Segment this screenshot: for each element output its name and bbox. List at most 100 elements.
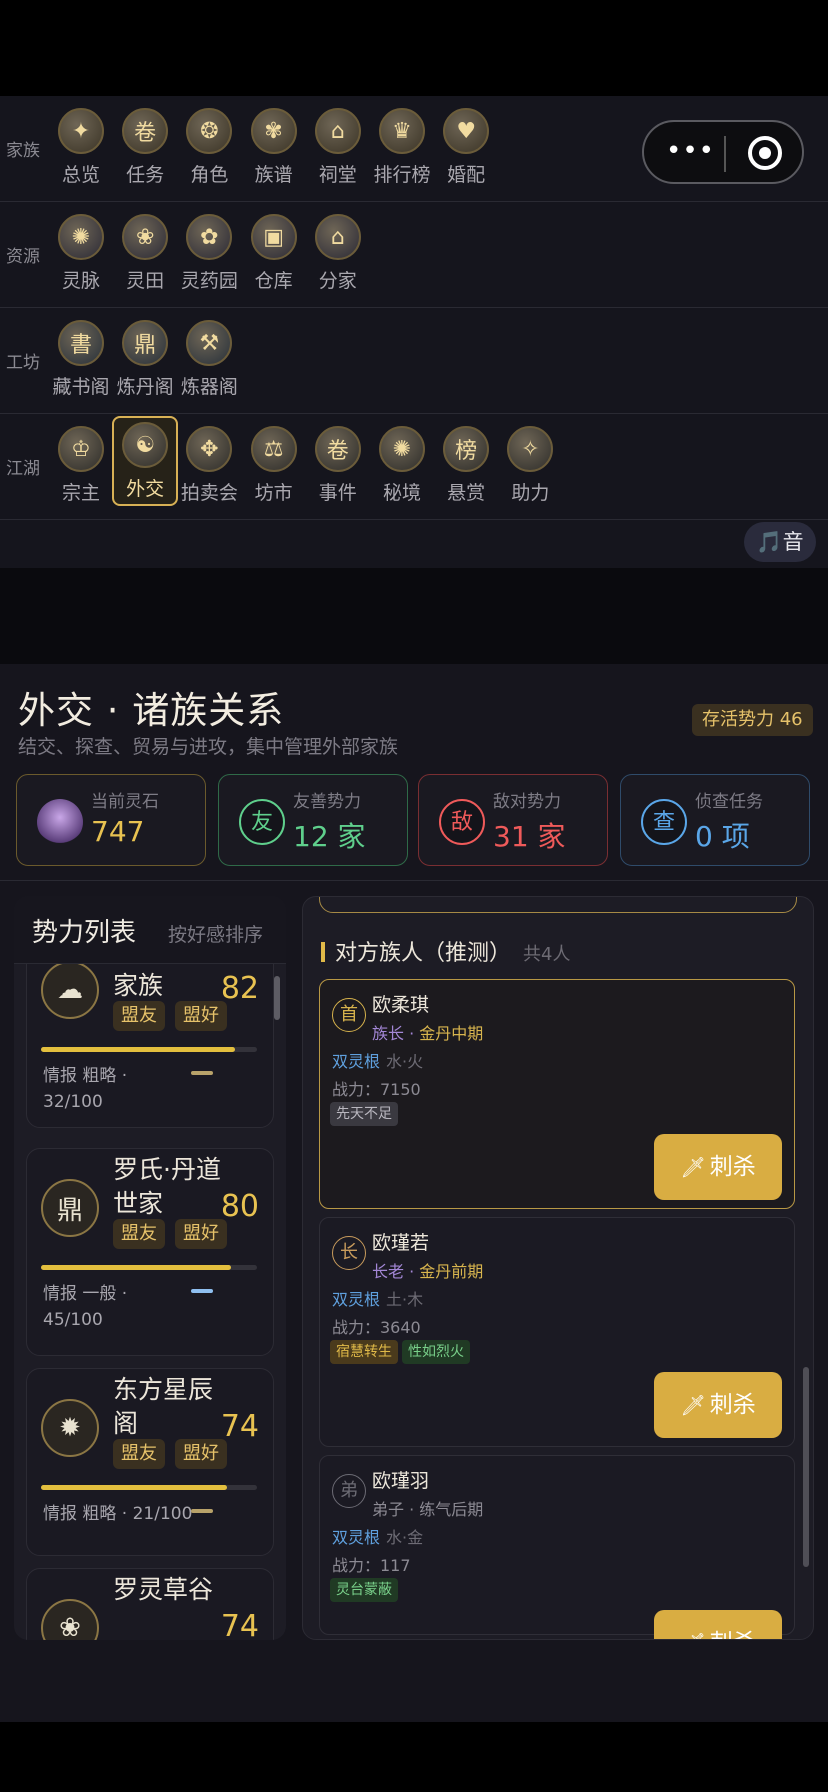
menu-item-label: 分家 <box>318 270 357 292</box>
member-realm: 金丹中期 <box>419 1024 484 1043</box>
intel-indicator <box>191 1289 213 1293</box>
scrollbar[interactable] <box>274 976 280 1020</box>
menu-glyph-icon: ✺ <box>71 224 91 250</box>
member-rank-title: 族长 <box>372 1024 405 1043</box>
stat-label: 友善势力 <box>293 792 361 812</box>
music-toggle-button[interactable]: 🎵音 <box>744 522 816 562</box>
faction-card[interactable]: ✹ 东方星辰阁 74 盟友 盟好 情报 粗略 · 21/100 <box>26 1368 274 1556</box>
assassinate-button[interactable]: 🗡刺杀 <box>654 1134 782 1200</box>
menu-item-0-1[interactable]: 卷任务 <box>112 104 178 194</box>
menu-item-icon: ❀ <box>122 214 169 260</box>
menu-item-icon: ✿ <box>186 214 233 260</box>
menu-item-label: 排行榜 <box>373 164 431 186</box>
menu-item-3-2[interactable]: ✥ 拍卖会 <box>176 422 242 512</box>
favor-bar-fill <box>41 1485 227 1490</box>
page-subtitle: 结交、探查、贸易与进攻，集中管理外部家族 <box>18 736 399 758</box>
spirit-root: 双灵根 水·火 <box>332 1048 423 1072</box>
menu-glyph-icon: ✿ <box>200 224 219 250</box>
menu-item-0-3[interactable]: ✾ 族谱 <box>241 104 307 194</box>
clan-member-card: 长欧瑾若 长老 · 金丹前期 双灵根 土·木 战力：3640 宿慧转生 性如烈火 🗡 刺杀 <box>319 1217 795 1447</box>
relation-tag: 盟好 <box>175 1439 227 1469</box>
menu-item-icon: ⚖ <box>250 426 297 472</box>
menu-item-3-7[interactable]: ✧ 助力 <box>497 422 563 512</box>
favor-score: 74 <box>220 1409 259 1444</box>
relation-tag: 盟友 <box>113 1439 165 1469</box>
clan-member-card: 弟欧瑾羽弟子 · 练气后期双灵根水·金战力：117 灵台蒙蔽 🗡 刺杀 <box>319 1455 795 1639</box>
menu-glyph-icon: ✾ <box>264 118 283 144</box>
faction-card[interactable]: 鼎罗氏·丹道世家 80 盟友 盟好 情报 一般 · 45/100 <box>26 1148 274 1356</box>
spirit-root-type: 双灵根 <box>332 1290 381 1309</box>
menu-item-3-4[interactable]: 卷事件 <box>305 422 371 512</box>
member-realm: 金丹前期 <box>419 1262 484 1281</box>
stat-card-2: 敌敌对势力 31 家 <box>418 774 608 866</box>
favor-bar <box>41 1265 257 1270</box>
menu-item-1-4[interactable]: ⌂ 分家 <box>305 210 371 300</box>
menu-item-icon: 鼎 <box>122 320 169 366</box>
menu-item-2-2[interactable]: ⚒ 炼器阁 <box>176 316 242 406</box>
sort-toggle[interactable]: 按好感排序 <box>168 920 263 947</box>
menu-item-3-0[interactable]: ♔ 宗主 <box>48 422 114 512</box>
menu-item-icon: 榜 <box>443 426 490 472</box>
scrollbar[interactable] <box>803 1367 809 1567</box>
intel-text: 情报 粗略 · 21/100 <box>43 1504 193 1524</box>
close-target-icon[interactable] <box>748 136 782 170</box>
menu-item-1-0[interactable]: ✺ 灵脉 <box>48 210 114 300</box>
menu-item-label: 任务 <box>126 164 165 186</box>
menu-item-2-1[interactable]: 鼎炼丹阁 <box>112 316 178 406</box>
member-realm: 练气后期 <box>419 1500 484 1519</box>
menu-item-0-6[interactable]: ♥ 婚配 <box>433 104 499 194</box>
spirit-root-elements: 水·金 <box>386 1528 424 1547</box>
menu-item-label: 婚配 <box>447 164 486 186</box>
status-area <box>0 0 828 96</box>
menu-item-1-2[interactable]: ✿ 灵药园 <box>176 210 242 300</box>
menu-item-icon: ♔ <box>58 426 104 472</box>
trait-tag: 灵台蒙蔽 <box>330 1578 398 1602</box>
menu-item-label: 祠堂 <box>318 164 357 186</box>
menu-item-0-0[interactable]: ✦ 总览 <box>48 104 114 194</box>
menu-item-0-5[interactable]: ♛ 排行榜 <box>369 104 435 194</box>
stat-label: 敌对势力 <box>493 792 561 812</box>
faction-avatar: ☁ <box>41 961 99 1019</box>
member-rank: 弟子 · 练气后期 <box>372 1500 484 1519</box>
faction-list-header: 势力列表 按好感排序 <box>14 896 286 964</box>
spirit-root: 双灵根 土·木 <box>332 1286 423 1310</box>
menu-glyph-icon: ✺ <box>392 436 412 462</box>
menu-item-2-0[interactable]: 書藏书阁 <box>48 316 114 406</box>
stat-icon: 敌 <box>439 799 485 845</box>
favor-bar-fill <box>41 1265 232 1270</box>
intel-text: 情报 一般 · 45/100 <box>43 1284 128 1330</box>
spirit-root: 双灵根 水·金 <box>332 1524 423 1548</box>
menu-item-1-3[interactable]: ▣ 仓库 <box>241 210 307 300</box>
menu-item-3-3[interactable]: ⚖ 坊市 <box>241 422 307 512</box>
assassinate-button[interactable]: 🗡刺杀 <box>654 1610 782 1639</box>
page-title: 外交 · 诸族关系 <box>18 689 285 732</box>
rank-badge: 首 <box>332 998 366 1032</box>
dagger-icon: 🗡 <box>680 1155 706 1179</box>
assassinate-label: 刺杀 <box>710 1630 756 1639</box>
menu-item-0-2[interactable]: ❂ 角色 <box>176 104 242 194</box>
stat-icon: 友 <box>239 799 285 845</box>
menu-item-1-1[interactable]: ❀ 灵田 <box>112 210 178 300</box>
menu-item-label: 秘境 <box>382 482 421 504</box>
stat-value: 12 家 <box>293 820 366 853</box>
menu-item-label: 总览 <box>61 164 100 186</box>
spirit-stone-icon <box>37 799 83 845</box>
faction-card[interactable]: ❀ 罗灵草谷 74 <box>26 1568 274 1640</box>
assassinate-label: 刺杀 <box>709 1154 756 1180</box>
faction-avatar: ❀ <box>41 1599 99 1640</box>
menu-item-3-1[interactable]: ☯ 外交 <box>112 416 179 506</box>
menu-item-3-6[interactable]: 榜悬赏 <box>433 422 499 512</box>
more-icon[interactable]: ••• <box>666 136 715 166</box>
assassinate-button[interactable]: 🗡刺杀 <box>654 1372 782 1438</box>
menu-item-label: 灵脉 <box>61 270 100 292</box>
menu-item-label: 炼丹阁 <box>116 376 174 398</box>
faction-card[interactable]: ☁刘氏·隐世家族82盟友盟好情报 粗略 · 32/100 <box>26 936 274 1128</box>
combat-power: 战力：3640 <box>332 1318 421 1337</box>
faction-avatar: ✹ <box>41 1399 99 1457</box>
menu-item-0-4[interactable]: ⌂ 祠堂 <box>305 104 371 194</box>
menu-glyph-icon: ✧ <box>521 436 540 462</box>
clan-member-card: 首欧柔琪 族长 · 金丹中期 双灵根 水·火 战力：7150 先天不足 🗡 刺杀 <box>319 979 795 1209</box>
menu-item-icon: ✺ <box>58 214 104 260</box>
menu-item-3-5[interactable]: ✺ 秘境 <box>369 422 435 512</box>
menu-glyph-icon: ❂ <box>200 118 219 144</box>
